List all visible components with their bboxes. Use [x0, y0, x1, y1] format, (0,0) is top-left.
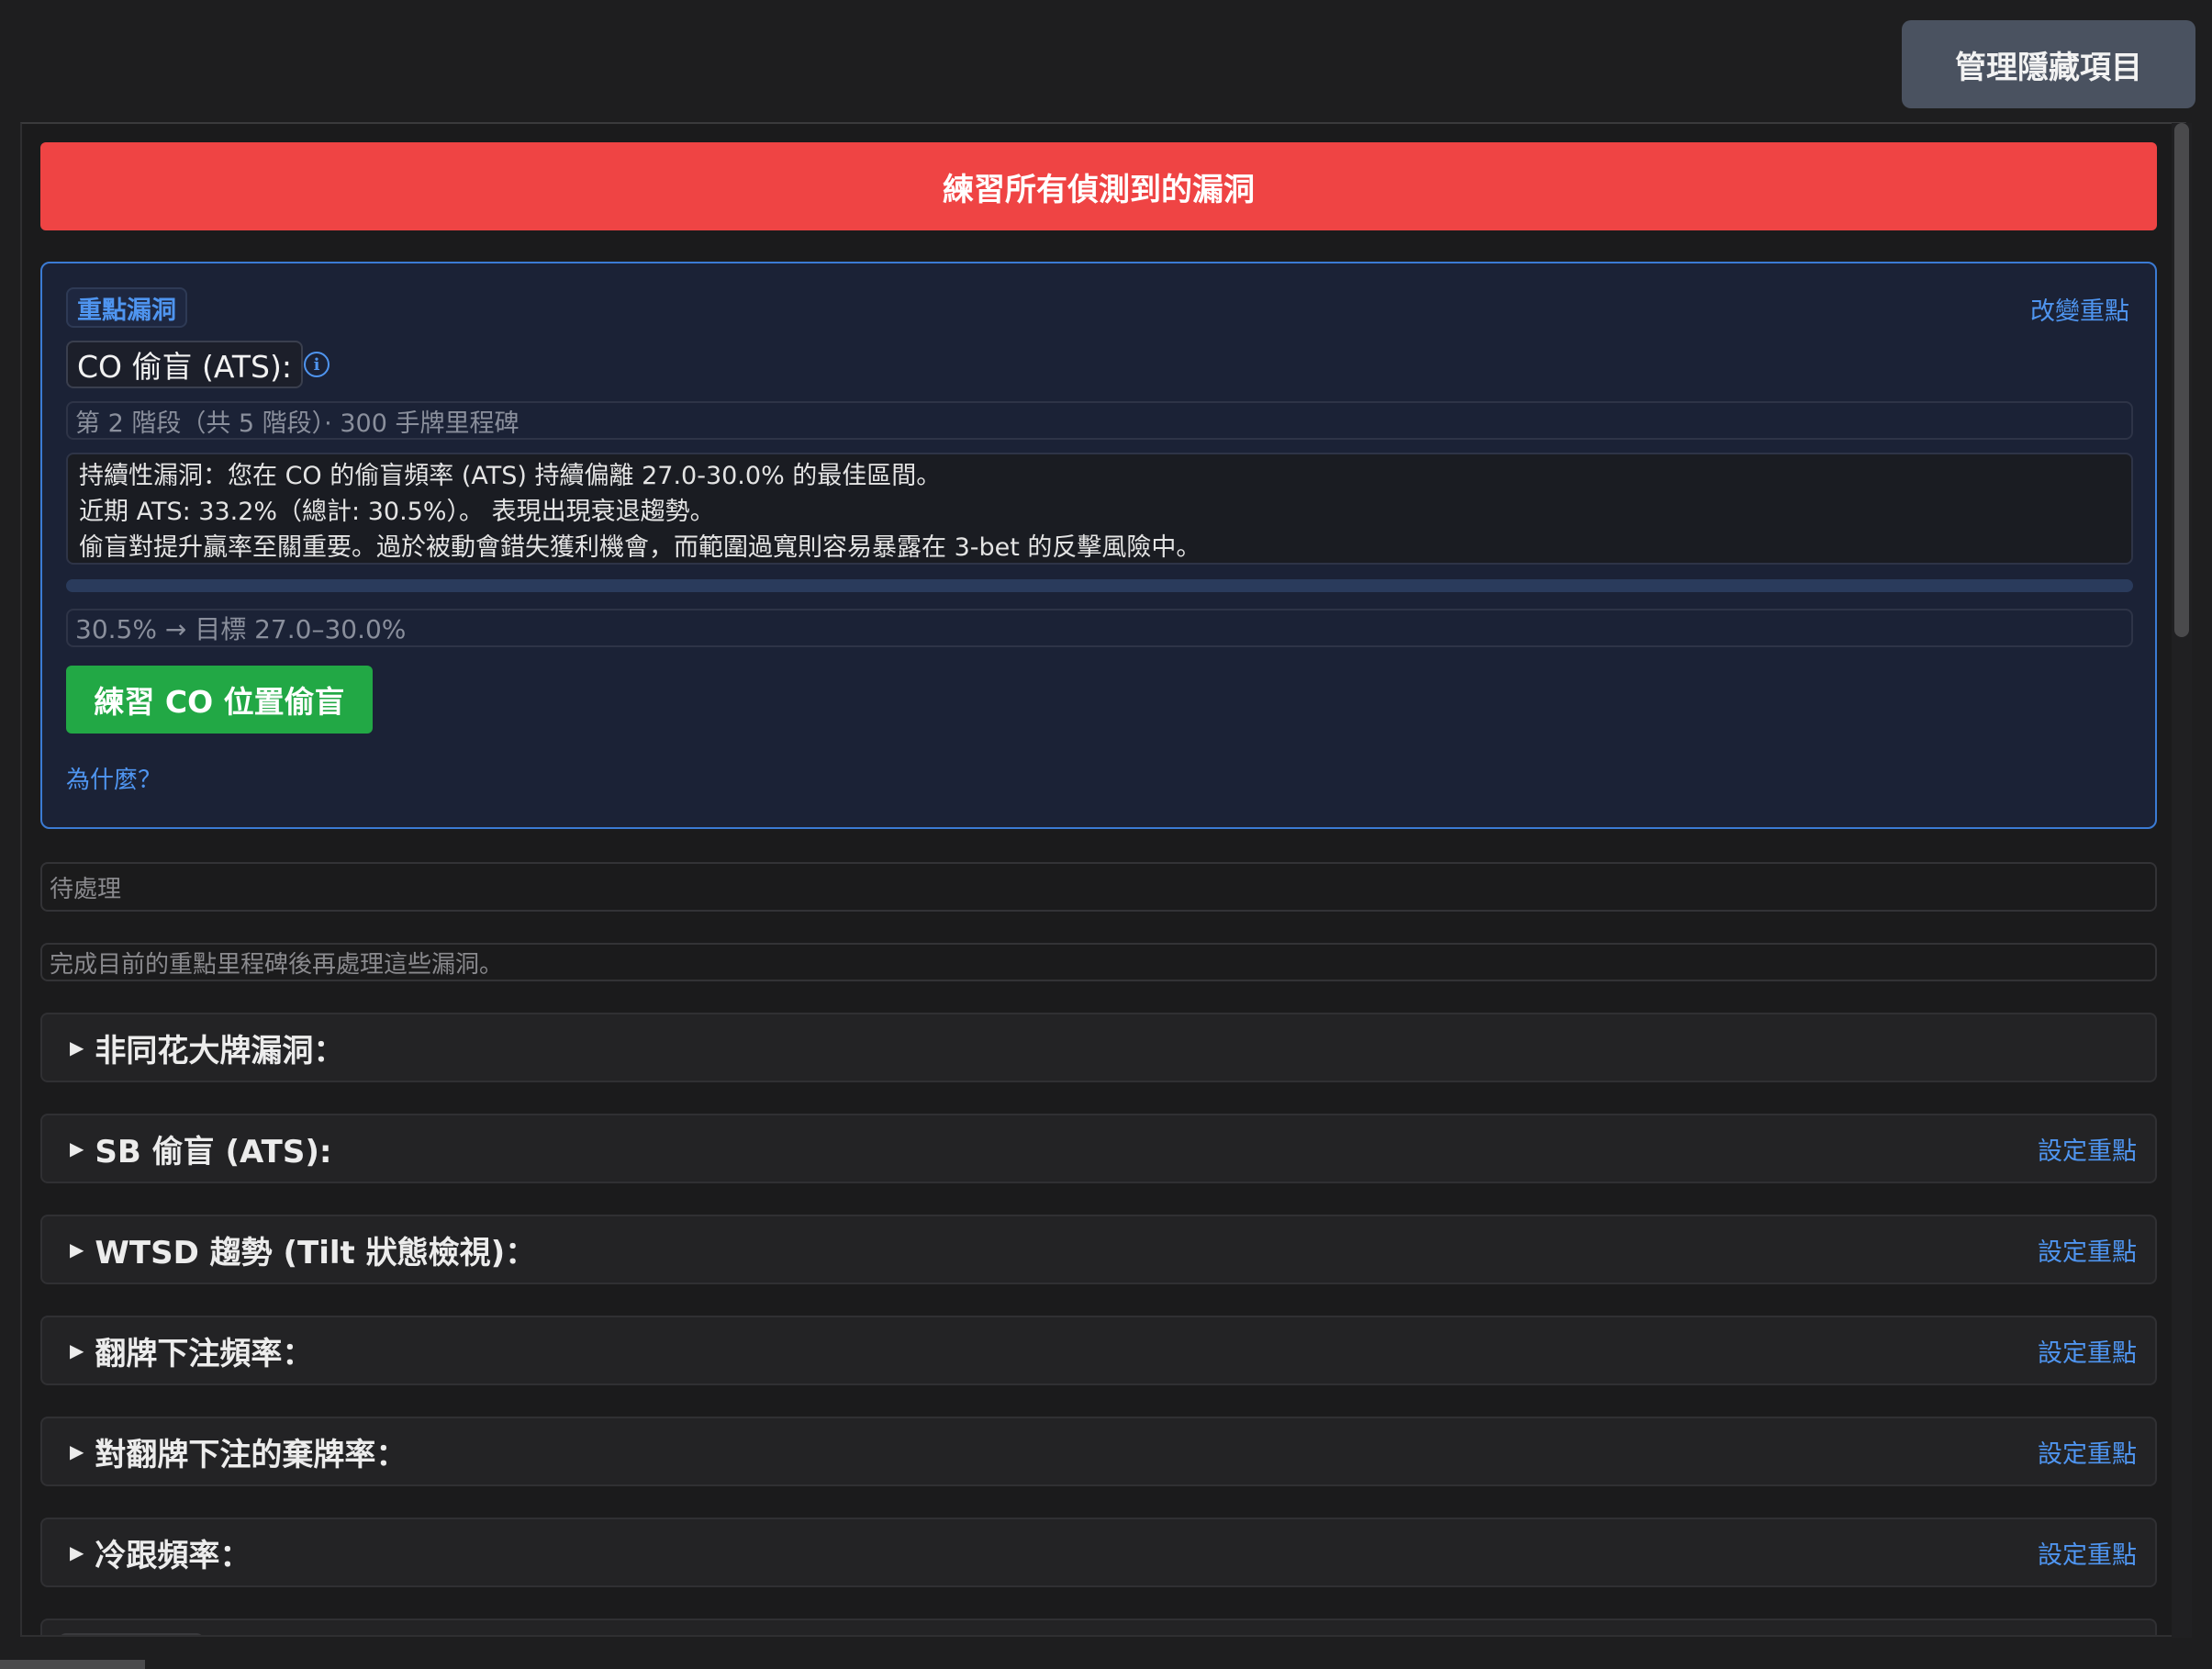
leak-row-label: 非同花大牌漏洞：: [95, 1032, 345, 1070]
why-link[interactable]: 為什麼？: [66, 761, 162, 795]
info-circle-icon[interactable]: i: [304, 352, 330, 377]
horizontal-scrollbar-thumb[interactable]: [0, 1660, 145, 1669]
focus-badge: 重點漏洞: [66, 287, 187, 328]
focus-leak-title: CO 偷盲 (ATS):: [66, 341, 303, 388]
expand-triangle-icon: ▶: [70, 1238, 84, 1260]
pending-label: 待處理: [40, 862, 2157, 912]
set-focus-link[interactable]: 設定重點: [2038, 1317, 2137, 1383]
leak-row-label: 冷跟頻率：: [95, 1537, 251, 1574]
target-range-text: 30.5% → 目標 27.0–30.0%: [66, 609, 2133, 647]
description-line: 偷盲對提升贏率至關重要。過於被動會錯失獲利機會，而範圍過寬則容易暴露在 3-be…: [79, 533, 1201, 562]
row-chip: [59, 1633, 204, 1635]
set-focus-link[interactable]: 設定重點: [2038, 1418, 2137, 1484]
set-focus-link[interactable]: 設定重點: [2038, 1519, 2137, 1585]
practice-co-steal-button[interactable]: 練習 CO 位置偷盲: [66, 666, 373, 734]
leak-row-partial[interactable]: [40, 1619, 2157, 1635]
leak-row-label: 翻牌下注頻率：: [95, 1335, 314, 1372]
focus-leak-card: 重點漏洞 改變重點 CO 偷盲 (ATS): i 第 2 階段（共 5 階段）·…: [40, 262, 2157, 829]
manage-hidden-button[interactable]: 管理隱藏項目: [1902, 20, 2195, 108]
practice-all-button[interactable]: 練習所有偵測到的漏洞: [40, 142, 2157, 230]
expand-triangle-icon: ▶: [70, 1137, 84, 1159]
leak-row-sb-steal[interactable]: ▶ SB 偷盲 (ATS): 設定重點: [40, 1114, 2157, 1183]
pending-note: 完成目前的重點里程碑後再處理這些漏洞。: [40, 943, 2157, 981]
leak-row-label: WTSD 趨勢 (Tilt 狀態檢視)：: [95, 1234, 537, 1271]
scrollbar-thumb[interactable]: [2174, 123, 2189, 637]
leak-row-cold-call-frequency[interactable]: ▶ 冷跟頻率： 設定重點: [40, 1518, 2157, 1587]
leak-row-wtsd-trend[interactable]: ▶ WTSD 趨勢 (Tilt 狀態檢視)： 設定重點: [40, 1215, 2157, 1284]
progress-bar: [66, 579, 2133, 592]
leak-row-flop-bet-frequency[interactable]: ▶ 翻牌下注頻率： 設定重點: [40, 1316, 2157, 1385]
expand-triangle-icon: ▶: [70, 1440, 84, 1462]
set-focus-link[interactable]: 設定重點: [2038, 1216, 2137, 1283]
leaks-panel: 練習所有偵測到的漏洞 重點漏洞 改變重點 CO 偷盲 (ATS): i 第 2 …: [20, 122, 2186, 1637]
leak-row-offsuit-broadway[interactable]: ▶ 非同花大牌漏洞：: [40, 1013, 2157, 1082]
description-line: 近期 ATS: 33.2%（總計: 30.5%）。 表現出現衰退趨勢。: [79, 498, 715, 526]
leak-description: 持續性漏洞：您在 CO 的偷盲頻率 (ATS) 持續偏離 27.0-30.0% …: [66, 453, 2133, 565]
expand-triangle-icon: ▶: [70, 1339, 84, 1361]
stage-progress-text: 第 2 階段（共 5 階段）· 300 手牌里程碑: [66, 401, 2133, 440]
description-line: 持續性漏洞：您在 CO 的偷盲頻率 (ATS) 持續偏離 27.0-30.0% …: [79, 462, 942, 490]
leak-row-label: SB 偷盲 (ATS):: [95, 1133, 332, 1171]
change-focus-link[interactable]: 改變重點: [2030, 291, 2129, 327]
leak-row-fold-to-flop-bet[interactable]: ▶ 對翻牌下注的棄牌率： 設定重點: [40, 1417, 2157, 1486]
leak-row-label: 對翻牌下注的棄牌率：: [95, 1436, 408, 1473]
set-focus-link[interactable]: 設定重點: [2038, 1115, 2137, 1182]
expand-triangle-icon: ▶: [70, 1036, 84, 1059]
expand-triangle-icon: ▶: [70, 1541, 84, 1563]
